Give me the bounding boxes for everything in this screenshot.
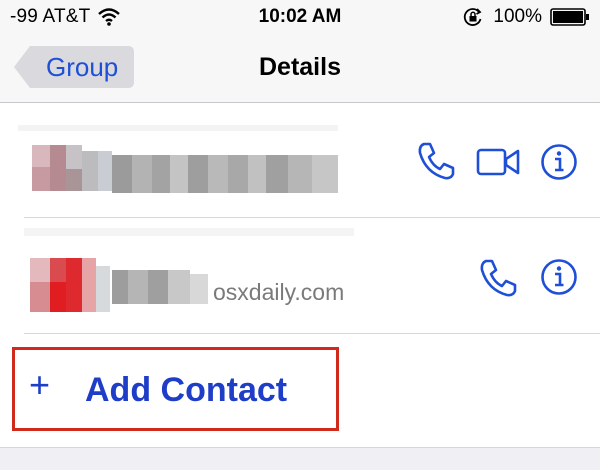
page-title: Details: [259, 53, 341, 81]
footer-band: [0, 447, 600, 470]
info-icon[interactable]: [540, 258, 578, 296]
video-camera-icon[interactable]: [476, 147, 520, 177]
plus-icon: +: [29, 364, 51, 405]
phone-icon[interactable]: [478, 258, 518, 298]
add-contact-label: Add Contact: [85, 371, 288, 409]
navigation-bar: Group Details: [0, 34, 600, 103]
status-right: 100%: [463, 6, 590, 28]
status-bar: -99 AT&T 10:02 AM 100%: [0, 0, 600, 34]
add-contact-button[interactable]: + Add Contact: [12, 347, 339, 431]
watermark: osxdaily.com: [213, 279, 345, 305]
row-separator: [24, 333, 600, 334]
battery-icon: [550, 8, 589, 26]
info-icon[interactable]: [540, 143, 578, 181]
contact-row[interactable]: osxdaily.com: [0, 218, 600, 333]
battery-percentage: 100%: [493, 6, 542, 27]
phone-icon[interactable]: [416, 141, 456, 181]
rotation-lock-icon: [464, 8, 482, 26]
contact-row[interactable]: [0, 103, 600, 217]
